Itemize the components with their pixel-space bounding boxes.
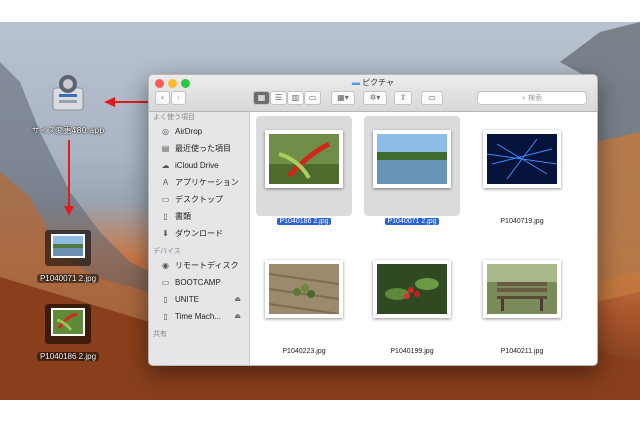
action-gear-button[interactable]: ✲▾: [363, 91, 387, 105]
file-item[interactable]: [364, 116, 460, 216]
chili-photo: [269, 134, 339, 184]
column-view-button[interactable]: ▥: [287, 91, 304, 105]
arrow-head: [64, 206, 74, 216]
file-name-text: P1040211.jpg: [500, 348, 544, 355]
search-input[interactable]: ⌕ 検索: [477, 91, 587, 105]
group-by-button[interactable]: ▦▾: [331, 91, 355, 105]
sidebar-item-desktop[interactable]: ▭ デスクトップ: [149, 191, 249, 208]
documents-icon: ▯: [163, 212, 168, 221]
gallery-view-button[interactable]: ▭: [304, 91, 321, 105]
sidebar-item-label: デスクトップ: [175, 195, 223, 204]
file-name[interactable]: P1040186 2.jpg: [256, 218, 352, 225]
title-bar[interactable]: ▬ ピクチャ ‹ › ▦ ☰ ▥ ▭ ▦▾ ✲▾ ⇪ ▭ ⌕ 検索: [149, 75, 597, 112]
finder-window: ▬ ピクチャ ‹ › ▦ ☰ ▥ ▭ ▦▾ ✲▾ ⇪ ▭ ⌕ 検索 よく使う項目…: [148, 74, 598, 366]
sidebar-item-recents[interactable]: ▤ 最近使った項目: [149, 140, 249, 157]
eject-icon[interactable]: ⏏: [234, 308, 241, 325]
recents-icon: ▤: [161, 144, 170, 153]
tag-button[interactable]: ▭: [421, 91, 443, 105]
search-placeholder: 検索: [528, 94, 543, 102]
photo-thumbnail: [265, 130, 343, 188]
file-item[interactable]: [256, 246, 352, 346]
file-item[interactable]: [474, 116, 570, 216]
sidebar-item-label: アプリケーション: [175, 178, 239, 187]
sidebar: よく使う項目 ◎ AirDrop ▤ 最近使った項目 ☁ iCloud Drive A…: [149, 112, 250, 365]
forward-button[interactable]: ›: [171, 91, 186, 105]
sidebar-item-label: 書類: [175, 212, 191, 221]
photo-thumbnail: [373, 260, 451, 318]
folder-icon: ▬: [351, 78, 360, 87]
photo-thumbnail: [373, 130, 451, 188]
file-item[interactable]: [474, 246, 570, 346]
sidebar-item-label: Time Mach...: [175, 312, 221, 321]
lake-photo: [377, 134, 447, 184]
sidebar-item-label: UNITE: [175, 295, 199, 304]
olives-photo: [269, 264, 339, 314]
sidebar-item-label: BOOTCAMP: [175, 278, 221, 287]
sidebar-item-label: 最近使った項目: [175, 144, 231, 153]
disk-icon: ▯: [163, 295, 168, 304]
sidebar-item-label: iCloud Drive: [175, 161, 219, 170]
desktop-icon: ▭: [161, 195, 170, 204]
cloud-icon: ☁: [161, 161, 170, 170]
list-view-button[interactable]: ☰: [270, 91, 287, 105]
photo-thumbnail: [483, 260, 561, 318]
sidebar-item-bootcamp[interactable]: ▭ BOOTCAMP: [149, 274, 249, 291]
applications-icon: A: [162, 178, 169, 187]
share-icon: ⇪: [399, 93, 407, 102]
share-button[interactable]: ⇪: [394, 91, 412, 105]
sidebar-header-favorites: よく使う項目: [153, 114, 195, 121]
file-name[interactable]: P1040223.jpg: [256, 348, 352, 355]
sidebar-item-time-machine[interactable]: ▯ Time Mach... ⏏: [149, 308, 249, 325]
remote-disc-icon: ◉: [162, 261, 169, 270]
search-icon: ⌕: [521, 94, 526, 102]
berries-photo: [377, 264, 447, 314]
photo-thumbnail: [483, 130, 561, 188]
file-name-text: P1040186 2.jpg: [277, 218, 331, 225]
tag-icon: ▭: [428, 93, 436, 102]
file-name-text: P1040719.jpg: [500, 218, 544, 225]
desktop: サイズ変更480.app P1040071 2.jpg P1040186 2.j…: [0, 22, 640, 400]
eject-icon[interactable]: ⏏: [234, 291, 241, 308]
file-name-text: P1040071 2.jpg: [385, 218, 439, 225]
file-name[interactable]: P1040211.jpg: [474, 348, 570, 355]
sidebar-item-applications[interactable]: A アプリケーション: [149, 174, 249, 191]
airdrop-icon: ◎: [162, 127, 169, 136]
sidebar-item-label: AirDrop: [175, 127, 203, 136]
sidebar-header-shared: 共有: [153, 331, 167, 338]
window-title: ▬ ピクチャ: [149, 77, 597, 88]
file-name[interactable]: P1040199.jpg: [364, 348, 460, 355]
sidebar-item-label: リモートディスク: [175, 261, 239, 270]
file-name[interactable]: P1040719.jpg: [474, 218, 570, 225]
sidebar-item-label: ダウンロード: [175, 229, 223, 238]
sidebar-item-remote-disc[interactable]: ◉ リモートディスク: [149, 257, 249, 274]
downloads-icon: ⬇: [162, 229, 169, 238]
disk-icon: ▯: [163, 312, 168, 321]
sidebar-item-documents[interactable]: ▯ 書類: [149, 208, 249, 225]
arrow-head: [104, 97, 115, 107]
sidebar-item-unite[interactable]: ▯ UNITE ⏏: [149, 291, 249, 308]
photo-thumbnail: [265, 260, 343, 318]
bench-photo: [487, 264, 557, 314]
sidebar-header-devices: デバイス: [153, 248, 181, 255]
file-grid: P1040186 2.jpg P1040071 2.jpg P1040719.j…: [250, 112, 597, 365]
file-name[interactable]: P1040071 2.jpg: [364, 218, 460, 225]
file-item[interactable]: [256, 116, 352, 216]
sidebar-item-airdrop[interactable]: ◎ AirDrop: [149, 123, 249, 140]
sidebar-item-icloud[interactable]: ☁ iCloud Drive: [149, 157, 249, 174]
file-name-text: P1040199.jpg: [390, 348, 434, 355]
sidebar-item-downloads[interactable]: ⬇ ダウンロード: [149, 225, 249, 242]
starfield-photo: [487, 134, 557, 184]
file-item[interactable]: [364, 246, 460, 346]
back-button[interactable]: ‹: [155, 91, 170, 105]
icon-view-button[interactable]: ▦: [253, 91, 270, 105]
window-title-text: ピクチャ: [362, 78, 395, 87]
disk-icon: ▭: [161, 278, 170, 287]
file-name-text: P1040223.jpg: [282, 348, 326, 355]
gear-icon: ✲: [369, 93, 377, 102]
